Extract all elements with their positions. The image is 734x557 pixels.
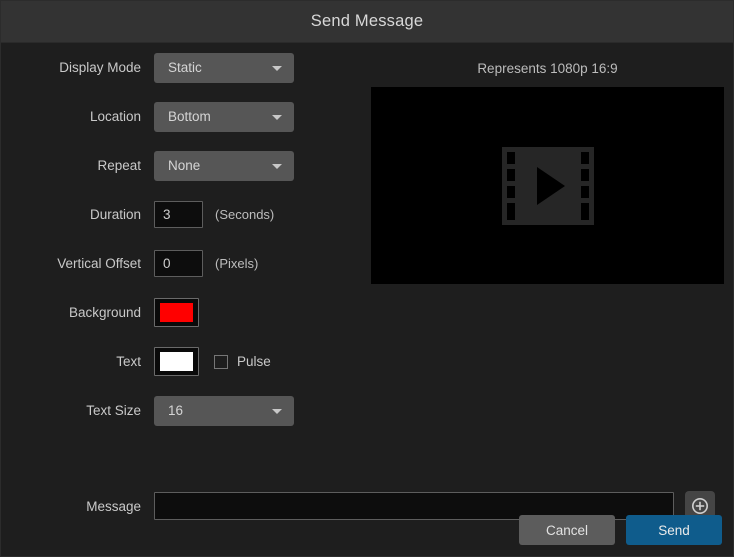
pulse-checkbox[interactable]: [214, 355, 228, 369]
row-text-size: Text Size 16: [1, 386, 361, 435]
label-vertical-offset: Vertical Offset: [1, 256, 154, 271]
row-duration: Duration (Seconds): [1, 190, 361, 239]
preview-panel: Represents 1080p 16:9: [371, 43, 724, 284]
label-text-color: Text: [1, 354, 154, 369]
duration-input[interactable]: [154, 201, 203, 228]
row-repeat: Repeat None: [1, 141, 361, 190]
repeat-dropdown[interactable]: None: [154, 151, 294, 181]
text-color-swatch[interactable]: [154, 347, 199, 376]
row-vertical-offset: Vertical Offset (Pixels): [1, 239, 361, 288]
pulse-label: Pulse: [237, 354, 271, 369]
label-location: Location: [1, 109, 154, 124]
label-message: Message: [1, 499, 154, 514]
text-size-value: 16: [154, 403, 183, 418]
preview-caption: Represents 1080p 16:9: [371, 43, 724, 76]
field-background-color: [154, 298, 199, 327]
row-text-color: Text Pulse: [1, 337, 361, 386]
row-location: Location Bottom: [1, 92, 361, 141]
location-dropdown[interactable]: Bottom: [154, 102, 294, 132]
field-text-size: 16: [154, 396, 294, 426]
vertical-offset-unit: (Pixels): [215, 256, 258, 271]
field-vertical-offset: (Pixels): [154, 250, 258, 277]
row-background-color: Background: [1, 288, 361, 337]
background-color-swatch[interactable]: [154, 298, 199, 327]
chevron-down-icon: [272, 66, 282, 71]
dialog-footer: Cancel Send: [519, 515, 722, 545]
repeat-value: None: [154, 158, 200, 173]
label-display-mode: Display Mode: [1, 60, 154, 75]
pulse-checkbox-group[interactable]: Pulse: [214, 354, 271, 369]
dialog-titlebar: Send Message: [1, 1, 733, 43]
label-text-size: Text Size: [1, 403, 154, 418]
text-size-dropdown[interactable]: 16: [154, 396, 294, 426]
dialog-title: Send Message: [311, 12, 423, 31]
field-text-color: Pulse: [154, 347, 271, 376]
chevron-down-icon: [272, 409, 282, 414]
send-message-dialog: Send Message Display Mode Static Locatio…: [0, 0, 734, 557]
label-repeat: Repeat: [1, 158, 154, 173]
label-duration: Duration: [1, 207, 154, 222]
settings-form: Display Mode Static Location Bottom: [1, 43, 361, 435]
preview-canvas[interactable]: [371, 87, 724, 284]
vertical-offset-input[interactable]: [154, 250, 203, 277]
field-duration: (Seconds): [154, 201, 274, 228]
row-display-mode: Display Mode Static: [1, 43, 361, 92]
field-location: Bottom: [154, 102, 294, 132]
field-display-mode: Static: [154, 53, 294, 83]
cancel-button[interactable]: Cancel: [519, 515, 615, 545]
text-color-fill: [160, 352, 193, 371]
plus-circle-icon: [691, 497, 709, 515]
chevron-down-icon: [272, 164, 282, 169]
label-background-color: Background: [1, 305, 154, 320]
background-color-fill: [160, 303, 193, 322]
display-mode-dropdown[interactable]: Static: [154, 53, 294, 83]
film-play-icon: [502, 147, 594, 225]
send-button[interactable]: Send: [626, 515, 722, 545]
duration-unit: (Seconds): [215, 207, 274, 222]
dialog-body: Display Mode Static Location Bottom: [1, 43, 733, 556]
field-repeat: None: [154, 151, 294, 181]
display-mode-value: Static: [154, 60, 202, 75]
chevron-down-icon: [272, 115, 282, 120]
location-value: Bottom: [154, 109, 211, 124]
